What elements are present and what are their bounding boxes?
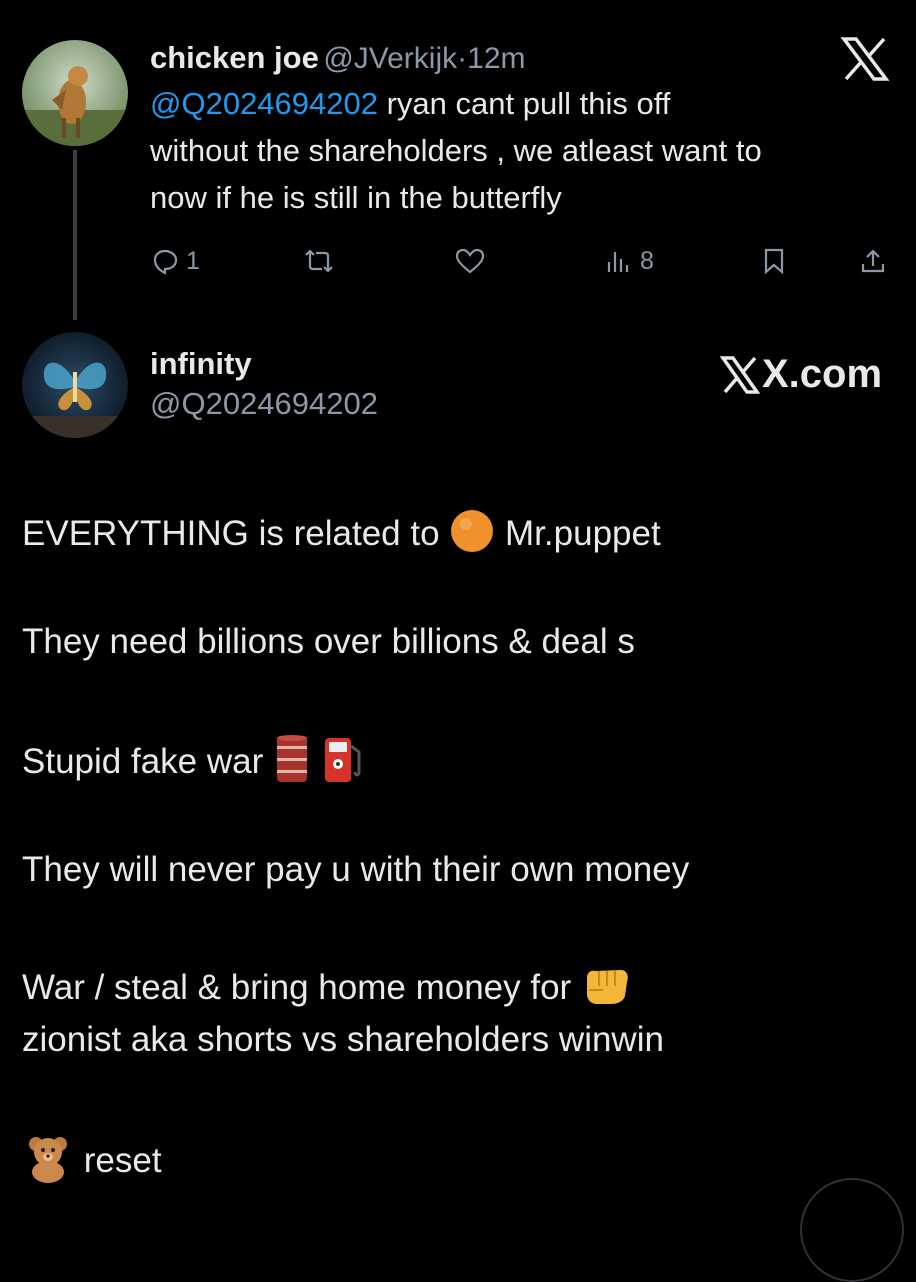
post-line-4: They will never pay u with their own mon…	[22, 850, 690, 889]
reply-header: chicken joe @JVerkijk·12m	[150, 40, 526, 76]
post-line-3: Stupid fake war	[22, 734, 365, 793]
reply-text: @Q2024694202 ryan cant pull this off wit…	[150, 80, 762, 221]
post-line-1-before: EVERYTHING is related to	[22, 513, 440, 553]
teddy-bear-emoji	[22, 1132, 74, 1193]
post-line-2: They need billions over billions & deal …	[22, 622, 635, 661]
chicken-joe-avatar[interactable]	[22, 40, 128, 146]
reply-count: 1	[186, 246, 200, 275]
reply-separator: ·	[457, 42, 468, 75]
views-icon	[607, 252, 629, 272]
views-count: 8	[640, 246, 654, 275]
post-line-5: War / steal & bring home money for	[22, 962, 631, 1017]
oncoming-fist-emoji	[581, 962, 631, 1017]
reply-text-line2: without the shareholders , we atleast wa…	[150, 133, 762, 168]
post-line-3-text: Stupid fake war	[22, 741, 264, 781]
x-logo-icon[interactable]	[840, 36, 890, 87]
quoted-author-name[interactable]: infinity	[150, 346, 378, 382]
oil-drum-emoji	[273, 734, 311, 793]
post-line-7: reset	[22, 1132, 162, 1193]
post-line-1-after: Mr.puppet	[505, 513, 661, 553]
reply-button[interactable]: 1	[150, 246, 200, 276]
post-line-5-text: War / steal & bring home money for	[22, 967, 572, 1007]
reply-time[interactable]: 12m	[467, 42, 525, 75]
thread-line	[73, 150, 77, 320]
repost-icon	[305, 249, 333, 273]
infinity-avatar[interactable]	[22, 332, 128, 438]
orange-circle-emoji	[449, 508, 495, 563]
repost-button[interactable]	[302, 246, 336, 276]
like-button[interactable]	[454, 246, 486, 276]
bookmark-button[interactable]	[760, 246, 788, 276]
reply-mention[interactable]: @Q2024694202	[150, 86, 378, 121]
brand-domain: X.com	[762, 352, 883, 396]
reply-author-name[interactable]: chicken joe	[150, 40, 319, 75]
x-com-brand: X.com	[720, 352, 882, 397]
fuel-pump-emoji	[321, 734, 365, 793]
reply-text-line1: ryan cant pull this off	[378, 86, 671, 121]
post-line-1: EVERYTHING is related to Mr.puppet	[22, 508, 661, 563]
share-icon	[861, 249, 885, 273]
share-button[interactable]	[858, 246, 888, 276]
quoted-header: infinity @Q2024694202	[150, 346, 378, 422]
post-line-7-text: reset	[83, 1140, 162, 1180]
reply-text-line3: now if he is still in the butterfly	[150, 180, 562, 215]
reply-author-handle[interactable]: @JVerkijk	[323, 42, 457, 75]
heart-icon	[455, 248, 485, 274]
bookmark-icon	[764, 248, 784, 275]
quoted-author-handle[interactable]: @Q2024694202	[150, 386, 378, 422]
views-button[interactable]: 8	[604, 246, 654, 276]
scroll-button-edge[interactable]	[800, 1178, 904, 1282]
comment-icon	[153, 249, 178, 275]
post-line-6: zionist aka shorts vs shareholders winwi…	[22, 1020, 664, 1059]
x-logo-icon	[720, 355, 760, 394]
